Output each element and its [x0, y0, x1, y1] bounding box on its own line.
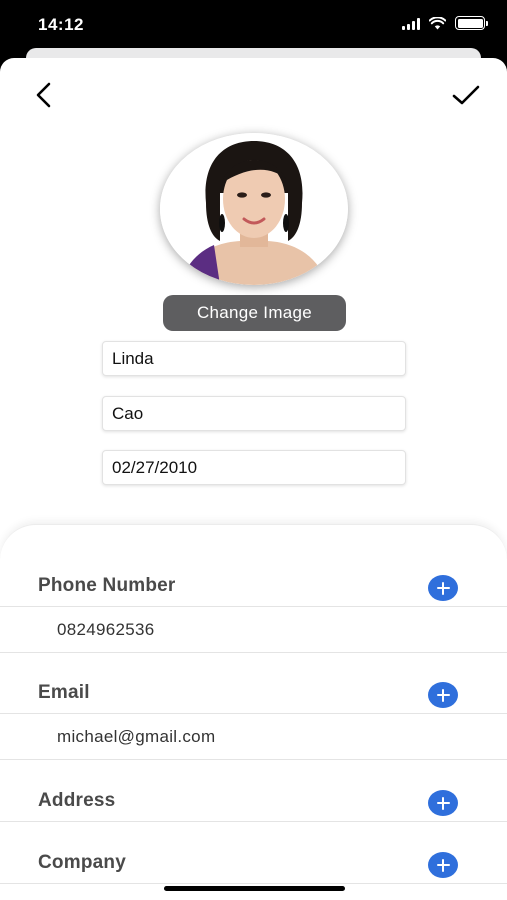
plus-icon[interactable] — [428, 682, 458, 708]
cellular-signal-icon — [402, 17, 420, 30]
address-title: Address — [38, 790, 116, 811]
company-title: Company — [38, 852, 126, 873]
divider — [0, 759, 507, 760]
home-indicator — [164, 886, 345, 891]
checkmark-icon[interactable] — [451, 80, 481, 110]
email-value[interactable]: michael@gmail.com — [57, 727, 215, 747]
battery-icon — [455, 16, 488, 30]
phone-number-title: Phone Number — [38, 575, 176, 596]
status-bar: 14:12 — [0, 0, 507, 50]
edit-contact-sheet: Change Image Linda Cao 02/27/2010 Phone … — [0, 58, 507, 900]
last-name-field[interactable]: Cao — [102, 396, 406, 431]
status-time: 14:12 — [38, 15, 84, 34]
wifi-icon — [429, 16, 446, 29]
first-name-field[interactable]: Linda — [102, 341, 406, 376]
plus-icon[interactable] — [428, 852, 458, 878]
plus-icon[interactable] — [428, 575, 458, 601]
birthday-field[interactable]: 02/27/2010 — [102, 450, 406, 485]
change-image-button[interactable]: Change Image — [163, 295, 346, 331]
divider — [0, 652, 507, 653]
divider — [0, 883, 507, 884]
divider — [0, 821, 507, 822]
contact-details-panel: Phone Number 0824962536 Email michael@gm… — [0, 524, 507, 900]
divider — [0, 713, 507, 714]
avatar[interactable] — [160, 133, 348, 285]
divider — [0, 606, 507, 607]
plus-icon[interactable] — [428, 790, 458, 816]
back-chevron-icon[interactable] — [30, 80, 60, 110]
email-title: Email — [38, 682, 90, 703]
phone-number-value[interactable]: 0824962536 — [57, 620, 155, 640]
status-icons — [402, 16, 488, 30]
